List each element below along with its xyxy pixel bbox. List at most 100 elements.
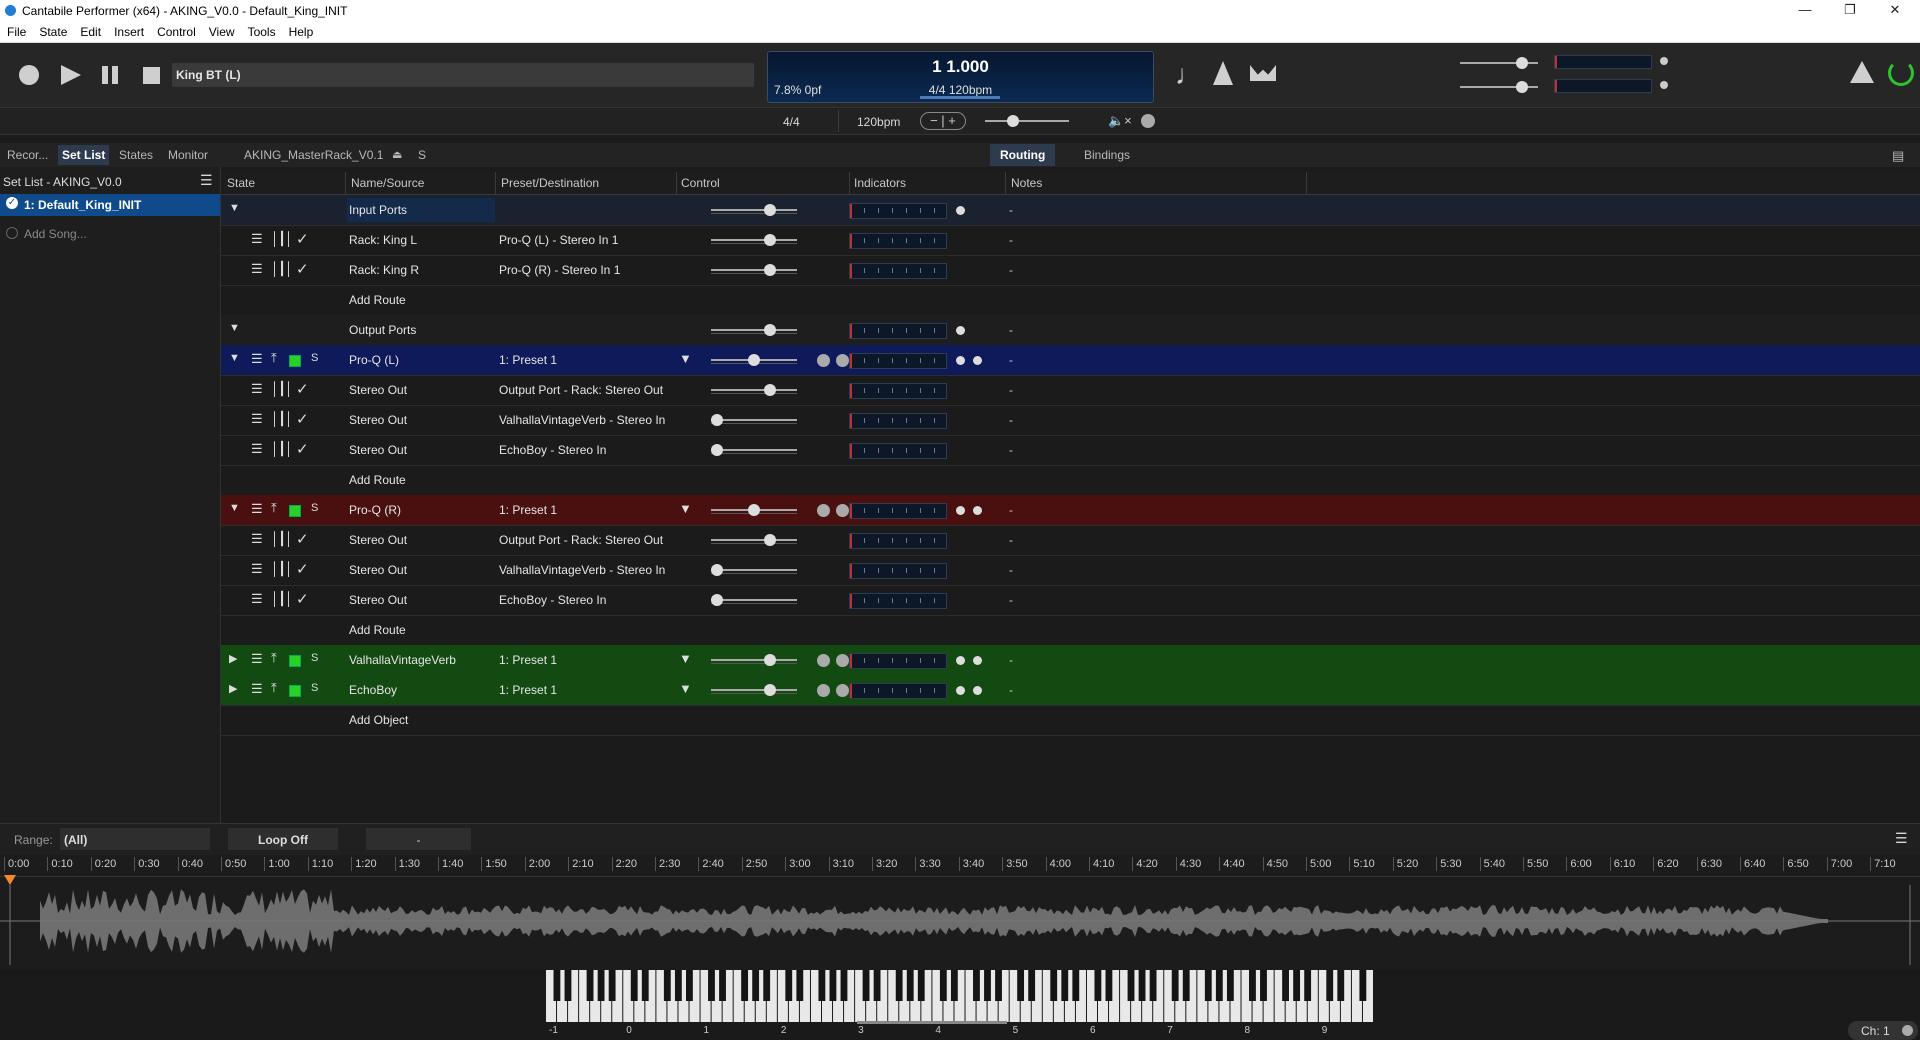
header-control[interactable]: Control [681,176,720,190]
waveform-icon[interactable]: │┃│ [271,231,293,247]
route-row[interactable]: ☰ │┃│ ✓ Stereo Out Output Port - Rack: Stere… [221,525,1920,556]
row-note[interactable]: - [1009,413,1013,427]
pin-icon[interactable]: ⤒ [271,650,277,666]
pan-knob-icon[interactable] [817,504,830,517]
waveform-icon[interactable]: │┃│ [271,411,293,427]
gain-slider[interactable] [711,414,797,426]
menu-control[interactable]: Control [150,22,202,39]
drag-handle-icon[interactable]: ☰ [251,261,263,277]
row-preset[interactable]: Output Port - Rack: Stereo Out [499,383,663,397]
black-key[interactable] [564,970,572,1001]
slider-knob[interactable] [764,234,776,246]
drag-handle-icon[interactable]: ☰ [251,531,263,547]
song-name-field[interactable]: King BT (L) [172,63,754,87]
row-preset[interactable]: 1: Preset 1 [499,503,557,517]
gain-slider[interactable] [711,234,797,246]
slider-knob[interactable] [1007,115,1019,127]
drag-handle-icon[interactable]: ☰ [251,501,263,517]
row-note[interactable]: - [1009,353,1013,367]
row-note[interactable]: - [1009,263,1013,277]
route-row[interactable]: ☰ │┃│ ✓ Stereo Out ValhallaVintageVerb - Ste… [221,405,1920,436]
black-key[interactable] [917,970,925,1001]
header-name-source[interactable]: Name/Source [351,176,424,190]
slider-knob[interactable] [764,324,776,336]
timeline[interactable]: 0:00 0:10 0:20 0:30 0:40 0:50 1:00 1:10 1:20 1:30… [0,855,1920,970]
row-name[interactable]: Output Ports [349,323,416,337]
add-row[interactable]: Add Route [221,285,1920,316]
filter-icon[interactable]: ▼ [679,351,692,366]
row-note[interactable]: - [1009,563,1013,577]
menu-insert[interactable]: Insert [107,22,150,39]
row-preset[interactable]: Pro-Q (L) - Stereo In 1 [499,233,618,247]
route-row[interactable]: ☰ │┃│ ✓ Stereo Out Output Port - Rack: Stere… [221,375,1920,406]
solo-icon[interactable]: S [311,352,318,364]
master-output-slider[interactable] [1460,81,1538,93]
row-preset[interactable]: EchoBoy - Stereo In [499,593,606,607]
master-input-slider[interactable] [1460,57,1538,69]
gain-slider[interactable] [711,534,797,546]
black-key[interactable] [1337,970,1345,1001]
waveform-icon[interactable]: │┃│ [271,591,293,607]
check-icon[interactable]: ✓ [296,230,309,248]
crown-icon[interactable] [1250,65,1276,81]
row-preset[interactable]: ValhallaVintageVerb - Stereo In [499,563,665,577]
loop-button[interactable]: Loop Off [228,828,338,850]
black-key[interactable] [1226,970,1234,1001]
waveform-icon[interactable]: │┃│ [271,561,293,577]
black-key[interactable] [708,970,715,1001]
metronome-icon[interactable] [1213,61,1233,85]
header-state[interactable]: State [227,176,255,190]
row-name[interactable]: Stereo Out [349,533,407,547]
pin-icon[interactable]: ⤒ [271,350,277,366]
header-notes[interactable]: Notes [1011,176,1042,190]
drag-handle-icon[interactable]: ☰ [251,681,263,697]
range-dropdown[interactable]: (All) [60,828,210,850]
timeline-menu-icon[interactable]: ☰ [1895,830,1908,847]
row-preset[interactable]: Output Port - Rack: Stereo Out [499,533,663,547]
tempo-field[interactable]: 120bpm [857,115,900,129]
black-key[interactable] [597,970,605,1001]
black-key[interactable] [1204,970,1212,1001]
gain-slider[interactable] [711,384,797,396]
stop-icon[interactable] [143,67,160,84]
black-key[interactable] [1215,970,1223,1001]
black-key[interactable] [873,970,881,1001]
black-key[interactable] [641,970,649,1001]
active-led-icon[interactable] [289,505,301,517]
gain-slider[interactable] [711,504,797,516]
tempo-slider[interactable] [985,115,1069,127]
row-preset[interactable]: Pro-Q (R) - Stereo In 1 [499,263,620,277]
midi-channel-button[interactable]: Ch: 1 [1848,1021,1918,1040]
header-indicators[interactable]: Indicators [854,176,906,190]
check-icon[interactable]: ✓ [296,410,309,428]
slider-knob[interactable] [748,354,760,366]
row-note[interactable]: - [1009,533,1013,547]
black-key[interactable] [1249,970,1256,1001]
black-key[interactable] [818,970,826,1001]
row-note[interactable]: - [1009,233,1013,247]
solo-icon[interactable]: S [311,682,318,694]
solo-icon[interactable]: S [311,502,318,514]
drag-handle-icon[interactable]: ☰ [251,441,263,457]
tab-routing[interactable]: Routing [990,144,1056,166]
row-note[interactable]: - [1009,383,1013,397]
black-key[interactable] [973,970,980,1001]
plugin-row[interactable]: ▶ ☰ ⤒ S EchoBoy 1: Preset 1 ▼ - [221,675,1920,706]
gain-slider[interactable] [711,354,797,366]
playhead-icon[interactable] [4,875,16,885]
pan-knob-icon[interactable] [817,654,830,667]
collapse-arrow-icon[interactable]: ▼ [229,502,240,514]
route-row[interactable]: ☰ │┃│ ✓ Rack: King L Pro-Q (L) - Stereo In 1… [221,225,1920,256]
menu-edit[interactable]: Edit [73,22,107,39]
active-led-icon[interactable] [289,655,301,667]
waveform-icon[interactable]: │┃│ [271,531,293,547]
collapse-arrow-icon[interactable]: ▼ [229,322,240,334]
row-note[interactable]: - [1009,653,1013,667]
check-icon[interactable]: ✓ [296,530,309,548]
row-preset[interactable]: 1: Preset 1 [499,683,557,697]
black-key[interactable] [950,970,958,1001]
black-key[interactable] [1293,970,1301,1001]
gain-slider[interactable] [711,324,797,336]
panel-menu-icon[interactable]: ▤ [1892,148,1904,164]
rack-name[interactable]: AKING_MasterRack_V0.1 [244,148,383,162]
